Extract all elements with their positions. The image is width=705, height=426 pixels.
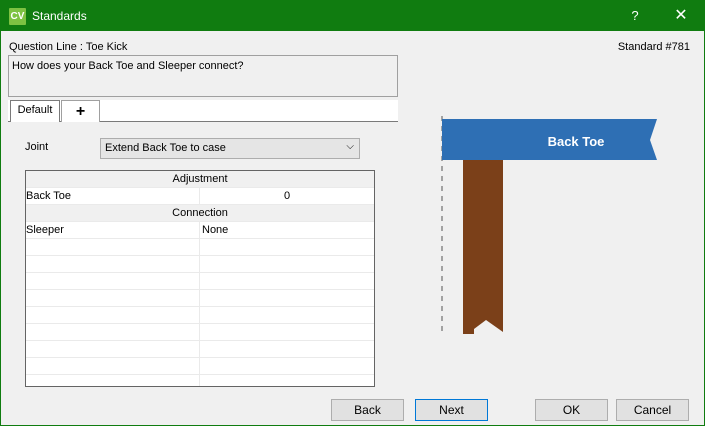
empty-row [26, 273, 374, 290]
empty-cell [26, 290, 200, 307]
add-tab-button[interactable]: + [61, 100, 100, 122]
row-name: Sleeper [26, 222, 200, 239]
empty-row [26, 358, 374, 375]
row-value[interactable]: None [200, 222, 374, 239]
window-title: Standards [32, 9, 87, 23]
tab-default[interactable]: Default [10, 100, 60, 122]
back-button[interactable]: Back [331, 399, 404, 421]
joint-select[interactable]: Extend Back Toe to case ⌵ [100, 138, 360, 159]
standards-window: CV Standards ? ✕ Question Line : Toe Kic… [0, 0, 705, 426]
cancel-button[interactable]: Cancel [616, 399, 689, 421]
table-row[interactable]: Back Toe 0 [26, 188, 374, 205]
joint-diagram: Back Toe [441, 116, 657, 336]
joint-select-value: Extend Back Toe to case [105, 142, 226, 154]
chevron-down-icon: ⌵ [346, 141, 354, 152]
empty-cell [26, 256, 200, 273]
empty-row [26, 324, 374, 341]
row-value[interactable]: 0 [200, 188, 374, 205]
section-header-adjustment: Adjustment [26, 171, 374, 188]
app-logo-icon: CV [9, 8, 26, 25]
empty-cell [26, 358, 200, 375]
question-text-box: How does your Back Toe and Sleeper conne… [8, 55, 398, 97]
empty-row [26, 239, 374, 256]
empty-cell [26, 341, 200, 358]
empty-cell [26, 375, 200, 386]
standard-number-label: Standard #781 [617, 41, 690, 53]
empty-row [26, 341, 374, 358]
joint-label: Joint [25, 141, 49, 153]
ok-button[interactable]: OK [535, 399, 608, 421]
next-button[interactable]: Next [415, 399, 488, 421]
question-line-label: Question Line : Toe Kick [9, 41, 128, 53]
empty-cell [26, 324, 200, 341]
back-toe-label: Back Toe [548, 134, 605, 149]
empty-cell [26, 307, 200, 324]
empty-row [26, 256, 374, 273]
empty-row [26, 290, 374, 307]
tab-strip: Default + [8, 100, 398, 122]
empty-cell [26, 273, 200, 290]
property-grid[interactable]: Adjustment Back Toe 0 Connection Sleeper… [25, 170, 375, 387]
empty-row [26, 375, 374, 386]
section-header-connection: Connection [26, 205, 374, 222]
empty-row [26, 307, 374, 324]
back-toe-board [463, 156, 503, 334]
title-bar[interactable]: CV Standards ? ✕ [1, 1, 704, 31]
help-button[interactable]: ? [612, 1, 658, 31]
table-row[interactable]: Sleeper None [26, 222, 374, 239]
row-name: Back Toe [26, 188, 200, 205]
empty-cell [26, 239, 200, 256]
close-button[interactable]: ✕ [658, 1, 704, 31]
